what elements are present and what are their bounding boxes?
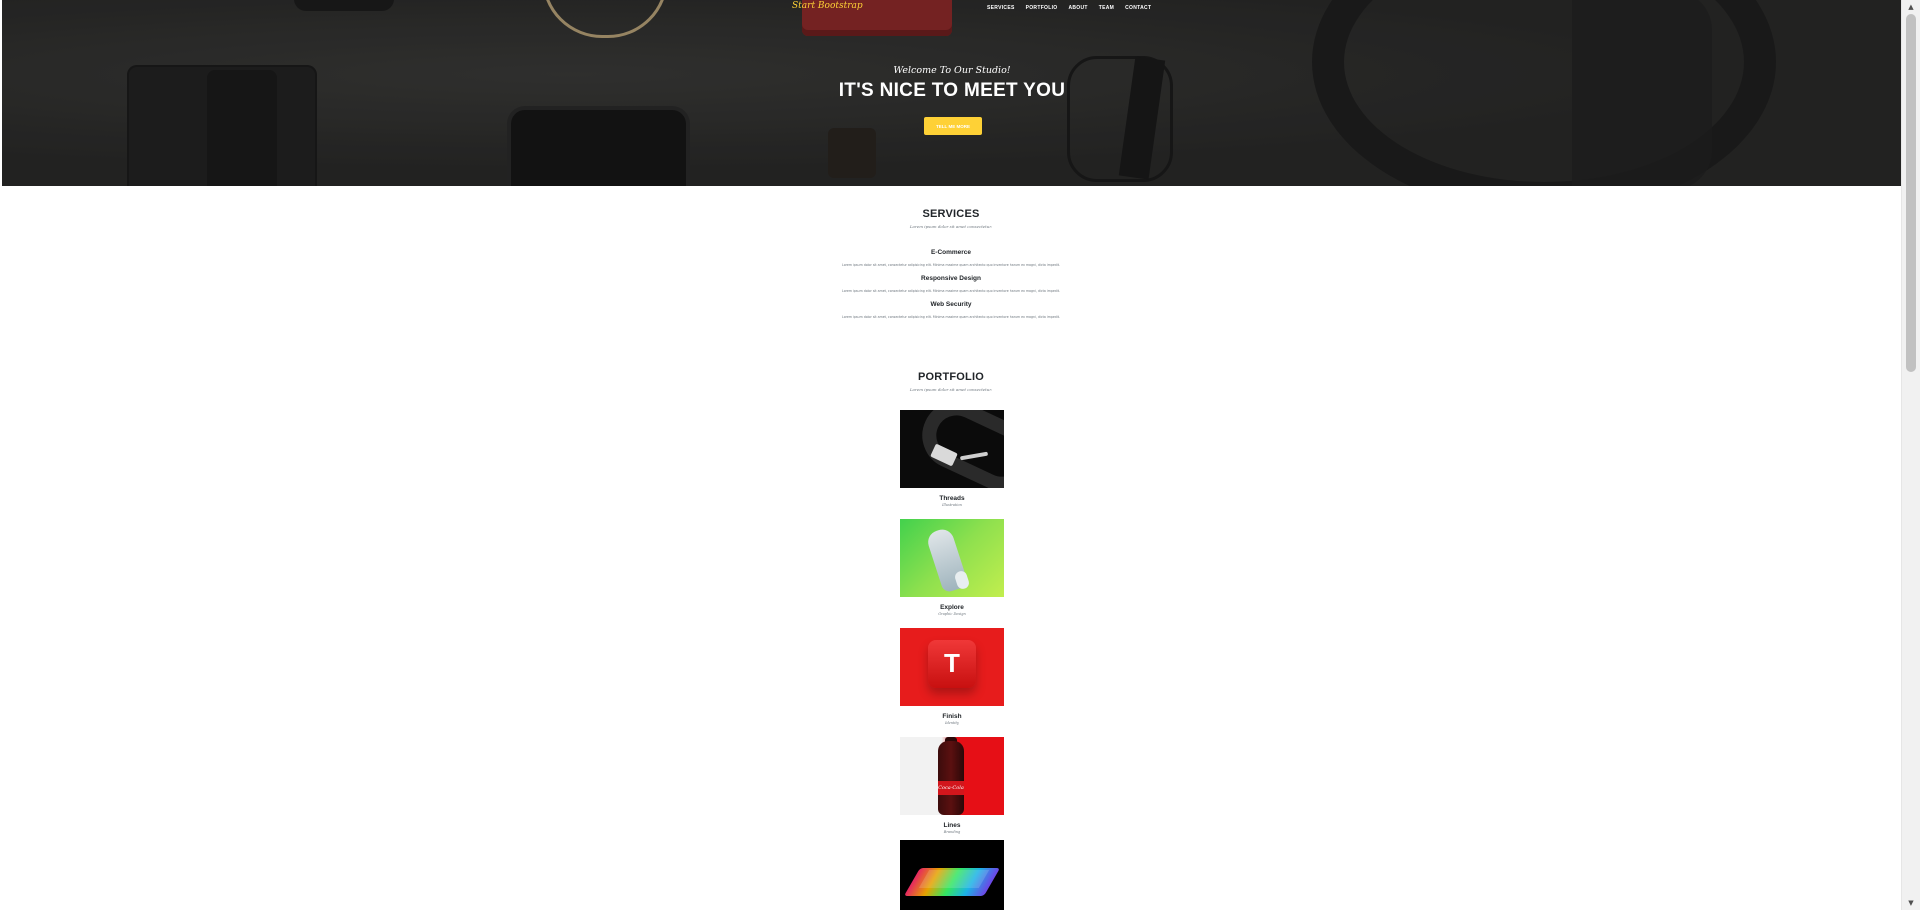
portfolio-item[interactable]: [900, 840, 1004, 910]
portfolio-caption: Threads Illustration: [900, 495, 1004, 507]
portfolio-item[interactable]: Explore Graphic Design: [900, 519, 1004, 616]
tesla-logo-icon: T: [944, 648, 960, 678]
portfolio-item-name: Explore: [940, 604, 964, 611]
hero-section: Start Bootstrap SERVICES PORTFOLIO ABOUT…: [2, 0, 1902, 186]
portfolio-item[interactable]: Coca-Cola Lines Branding: [900, 737, 1004, 834]
service-title: Web Security: [930, 301, 972, 308]
nav-link-services[interactable]: SERVICES: [987, 5, 1015, 11]
brand-logo[interactable]: Start Bootstrap: [792, 1, 863, 11]
nav-link-portfolio[interactable]: PORTFOLIO: [1026, 5, 1058, 11]
portfolio-item-category: Identity: [945, 721, 959, 725]
portfolio-item-category: Branding: [943, 830, 961, 834]
service-text: Lorem ipsum dolor sit amet, consectetur …: [842, 315, 1060, 319]
nav-link-contact[interactable]: CONTACT: [1125, 5, 1151, 11]
bottle-label-logo: Coca-Cola: [938, 781, 964, 795]
bottle-shape: [938, 741, 964, 815]
portfolio-item-name: Threads: [939, 495, 965, 502]
nav-link-team[interactable]: TEAM: [1099, 5, 1114, 11]
glow-highlight-shape: [918, 870, 990, 888]
tell-me-more-button[interactable]: TELL ME MORE: [924, 117, 982, 135]
service-text: Lorem ipsum dolor sit amet, consectetur …: [842, 263, 1060, 267]
hero-heading: IT'S NICE TO MEET YOU: [838, 80, 1066, 101]
nav-link-about[interactable]: ABOUT: [1068, 5, 1087, 11]
scroll-up-arrow-icon[interactable]: ▲: [1902, 0, 1920, 14]
portfolio-item-category: Illustration: [942, 503, 962, 507]
main-nav: SERVICES PORTFOLIO ABOUT TEAM CONTACT: [987, 5, 1151, 11]
service-text: Lorem ipsum dolor sit amet, consectetur …: [842, 289, 1060, 293]
portfolio-image[interactable]: T: [900, 628, 1004, 706]
portfolio-item[interactable]: T Finish Identity: [900, 628, 1004, 725]
portfolio-caption: Finish Identity: [900, 713, 1004, 725]
hero-subheading: Welcome To Our Studio!: [893, 65, 1011, 76]
portfolio-image[interactable]: [900, 410, 1004, 488]
portfolio-subtitle: Lorem ipsum dolor sit amet consectetur.: [909, 387, 993, 392]
service-title: E-Commerce: [930, 249, 972, 256]
portfolio-item-name: Lines: [943, 822, 961, 829]
scrollbar-thumb[interactable]: [1906, 14, 1916, 372]
fitness-band-shape: [911, 410, 1004, 488]
service-title: Responsive Design: [921, 275, 981, 282]
portfolio-item-name: Finish: [942, 713, 962, 720]
portfolio-image[interactable]: [900, 840, 1004, 910]
portfolio-caption: Explore Graphic Design: [900, 604, 1004, 616]
portfolio-item[interactable]: Threads Illustration: [900, 410, 1004, 507]
services-subtitle: Lorem ipsum dolor sit amet consectetur.: [909, 224, 993, 229]
page: Start Bootstrap SERVICES PORTFOLIO ABOUT…: [0, 0, 1902, 910]
vertical-scrollbar[interactable]: ▲ ▼: [1901, 0, 1920, 910]
portfolio-image[interactable]: Coca-Cola: [900, 737, 1004, 815]
portfolio-title: PORTFOLIO: [918, 371, 984, 383]
scroll-down-arrow-icon[interactable]: ▼: [1902, 896, 1920, 910]
portfolio-image[interactable]: [900, 519, 1004, 597]
portfolio-item-category: Graphic Design: [938, 612, 966, 616]
portfolio-caption: Lines Branding: [900, 822, 1004, 834]
services-title: SERVICES: [922, 208, 980, 220]
